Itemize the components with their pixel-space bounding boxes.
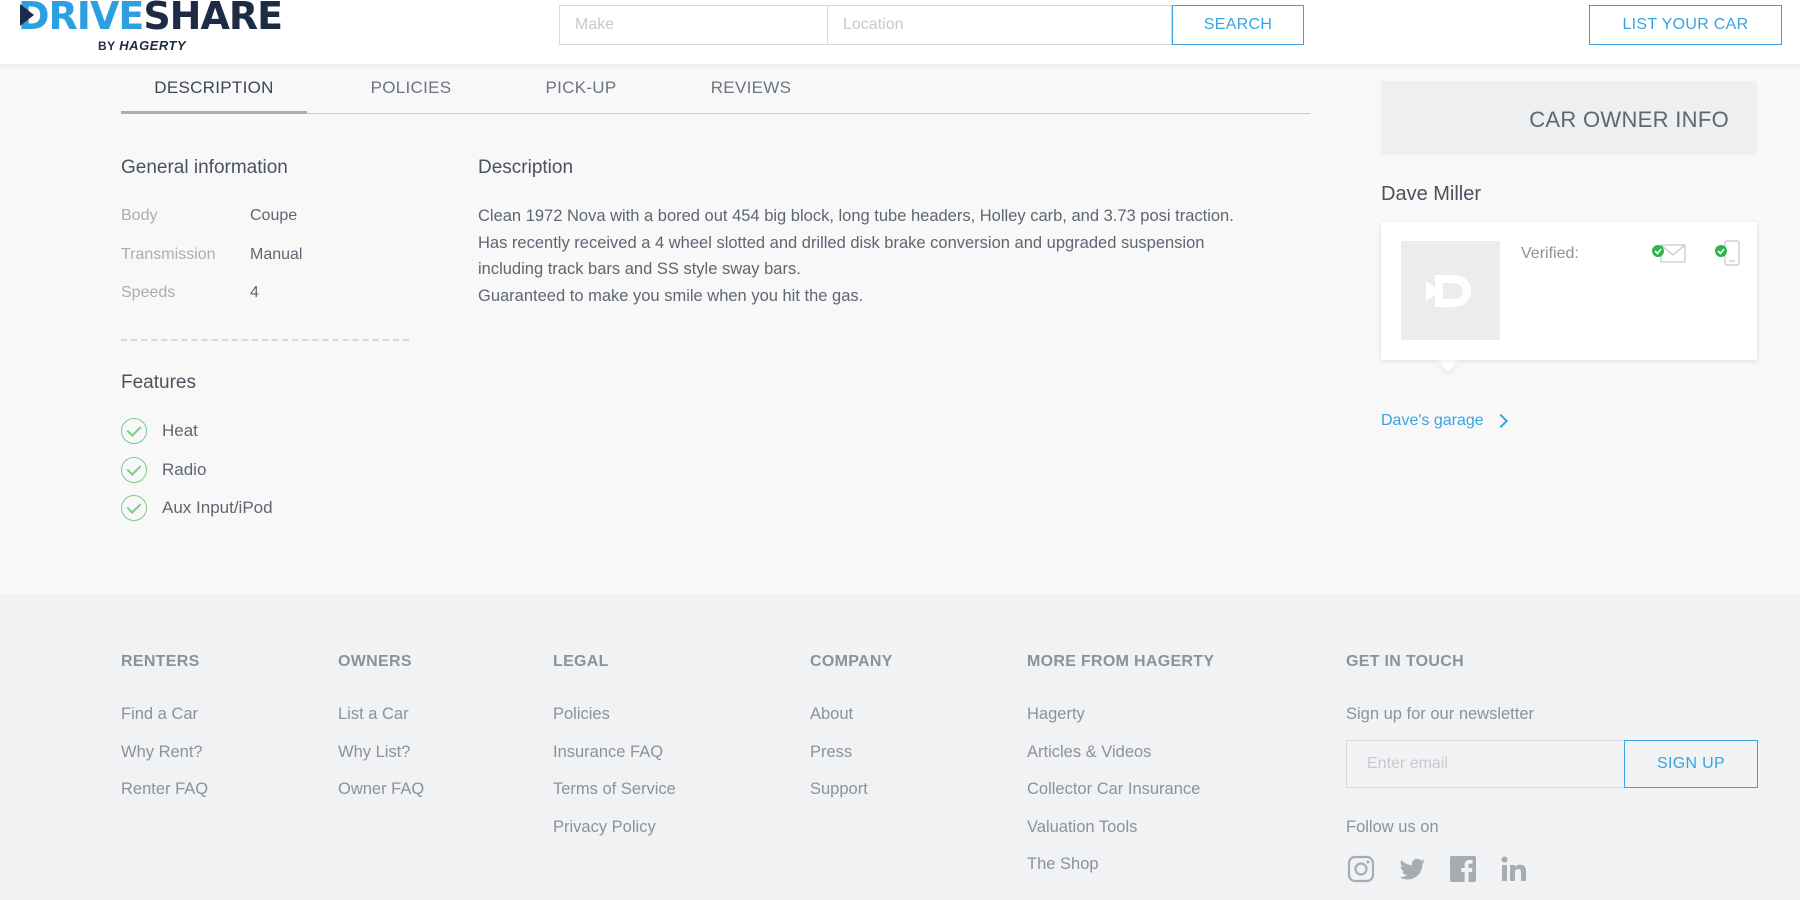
features-title: Features <box>121 372 196 393</box>
owner-name: Dave Miller <box>1381 183 1482 205</box>
footer-heading-renters: RENTERS <box>121 653 200 670</box>
sign-up-button[interactable]: SIGN UP <box>1624 740 1758 788</box>
listing-tabs: DESCRIPTION POLICIES PICK-UP REVIEWS <box>121 68 1310 114</box>
tab-reviews[interactable]: REVIEWS <box>671 68 831 114</box>
footer-link[interactable]: About <box>810 705 853 724</box>
make-input[interactable] <box>559 5 827 45</box>
avatar <box>1401 241 1500 340</box>
tab-pick-up[interactable]: PICK-UP <box>506 68 656 114</box>
footer-link[interactable]: Support <box>810 780 868 799</box>
spec-label-transmission: Transmission <box>121 246 216 263</box>
footer-link[interactable]: Press <box>810 743 852 762</box>
footer-heading-owners: OWNERS <box>338 653 412 670</box>
footer-link[interactable]: Policies <box>553 705 610 724</box>
play-triangle-icon <box>20 4 34 26</box>
driveshare-d-icon <box>1426 275 1471 307</box>
footer-link[interactable]: Why Rent? <box>121 743 203 762</box>
check-circle-icon <box>121 418 147 444</box>
description-line: Guaranteed to make you smile when you hi… <box>478 287 864 306</box>
driveshare-logo[interactable]: DRIVESHARE BY HAGERTY <box>18 0 283 56</box>
twitter-icon[interactable] <box>1397 854 1427 884</box>
footer-link[interactable]: Terms of Service <box>553 780 676 799</box>
site-footer: RENTERS Find a Car Why Rent? Renter FAQ … <box>0 594 1800 900</box>
logo-wordmark: DRIVESHARE <box>18 0 283 38</box>
facebook-icon[interactable] <box>1448 854 1478 884</box>
footer-link[interactable]: The Shop <box>1027 855 1099 874</box>
linkedin-icon[interactable] <box>1499 854 1529 884</box>
footer-heading-more-from-hagerty: MORE FROM HAGERTY <box>1027 653 1215 670</box>
email-input[interactable] <box>1346 740 1624 788</box>
chevron-right-icon <box>1493 413 1508 429</box>
tab-description[interactable]: DESCRIPTION <box>121 68 307 114</box>
location-input[interactable] <box>827 5 1172 45</box>
feature-label: Aux Input/iPod <box>162 498 273 517</box>
spec-label-speeds: Speeds <box>121 284 176 301</box>
footer-link[interactable]: Articles & Videos <box>1027 743 1151 762</box>
footer-heading-get-in-touch: GET IN TOUCH <box>1346 653 1464 670</box>
footer-link[interactable]: Valuation Tools <box>1027 818 1137 837</box>
feature-item: Aux Input/iPod <box>121 495 273 521</box>
newsletter-form: SIGN UP <box>1346 740 1758 788</box>
feature-label: Radio <box>162 460 207 479</box>
garage-link-label: Dave's garage <box>1381 412 1484 429</box>
footer-link[interactable]: Collector Car Insurance <box>1027 780 1200 799</box>
description-title: Description <box>478 157 574 178</box>
car-owner-info-header: CAR OWNER INFO <box>1381 81 1757 155</box>
description-line: Has recently received a 4 wheel slotted … <box>478 233 1205 252</box>
footer-heading-legal: LEGAL <box>553 653 609 670</box>
description-line: Clean 1972 Nova with a bored out 454 big… <box>478 207 1234 225</box>
footer-link[interactable]: List a Car <box>338 705 409 724</box>
footer-link[interactable]: Why List? <box>338 743 410 762</box>
tab-policies[interactable]: POLICIES <box>341 68 481 114</box>
footer-link[interactable]: Find a Car <box>121 705 198 724</box>
footer-link[interactable]: Hagerty <box>1027 705 1085 724</box>
site-header: DRIVESHARE BY HAGERTY SEARCH LIST YOUR C… <box>0 0 1800 64</box>
description-line: including track bars and SS style sway b… <box>478 260 801 279</box>
follow-us-text: Follow us on <box>1346 818 1439 836</box>
spec-value-speeds: 4 <box>250 284 259 301</box>
list-your-car-button[interactable]: LIST YOUR CAR <box>1589 5 1782 45</box>
footer-link[interactable]: Privacy Policy <box>553 818 656 837</box>
check-circle-icon <box>121 495 147 521</box>
verified-label: Verified: <box>1521 245 1579 262</box>
car-owner-info-title: CAR OWNER INFO <box>1529 107 1729 132</box>
spec-label-body: Body <box>121 207 158 224</box>
logo-byline: BY HAGERTY <box>98 38 187 53</box>
newsletter-text: Sign up for our newsletter <box>1346 705 1535 723</box>
email-verified-icon <box>1651 242 1687 266</box>
description-text: Clean 1972 Nova with a bored out 454 big… <box>478 203 1278 310</box>
feature-item: Radio <box>121 457 206 483</box>
instagram-icon[interactable] <box>1346 854 1376 884</box>
phone-verified-icon <box>1711 239 1747 266</box>
spec-value-body: Coupe <box>250 207 298 224</box>
footer-heading-company: COMPANY <box>810 653 893 670</box>
footer-link[interactable]: Owner FAQ <box>338 780 424 799</box>
general-info-title: General information <box>121 157 288 178</box>
feature-label: Heat <box>162 421 198 440</box>
spec-value-transmission: Manual <box>250 246 303 263</box>
search-bar: SEARCH <box>559 5 1304 45</box>
owner-garage-link[interactable]: Dave's garage <box>1381 412 1508 430</box>
search-button[interactable]: SEARCH <box>1172 5 1304 45</box>
footer-link[interactable]: Renter FAQ <box>121 780 208 799</box>
owner-card: Verified: <box>1381 222 1757 360</box>
section-divider <box>121 339 409 341</box>
feature-item: Heat <box>121 418 198 444</box>
check-circle-icon <box>121 457 147 483</box>
footer-link[interactable]: Insurance FAQ <box>553 743 663 762</box>
